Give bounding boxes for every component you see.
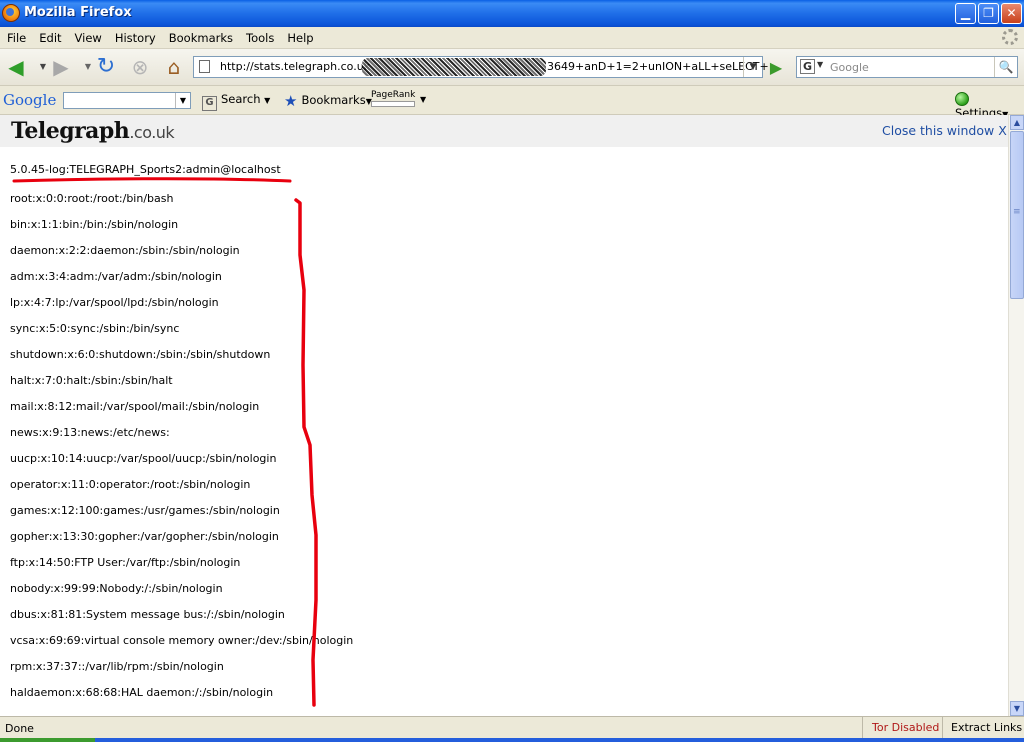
extract-links-button[interactable]: Extract Links — [942, 717, 1024, 739]
close-button[interactable]: ✕ — [1001, 3, 1022, 24]
pagerank-indicator: PageRank — [371, 90, 415, 107]
engine-dropdown-icon[interactable]: ▼ — [817, 60, 823, 69]
search-box[interactable]: G ▼ Google 🔍 — [796, 56, 1018, 78]
google-bookmarks-label: Bookmarks — [301, 93, 366, 107]
google-field-dropdown-icon[interactable]: ▼ — [175, 93, 190, 108]
passwd-line: dbus:x:81:81:System message bus:/:/sbin/… — [10, 608, 285, 621]
passwd-line: uucp:x:10:14:uucp:/var/spool/uucp:/sbin/… — [10, 452, 277, 465]
passwd-line: adm:x:3:4:adm:/var/adm:/sbin/nologin — [10, 270, 222, 283]
passwd-line: daemon:x:2:2:daemon:/sbin:/sbin/nologin — [10, 244, 240, 257]
pagerank-dropdown-icon[interactable]: ▼ — [420, 95, 426, 104]
firefox-icon — [2, 4, 20, 22]
passwd-line: sync:x:5:0:sync:/sbin:/bin/sync — [10, 322, 180, 335]
menu-bookmarks[interactable]: Bookmarks — [162, 28, 239, 45]
telegraph-header: Telegraph.co.uk Close this window X — [0, 115, 1008, 147]
menu-tools[interactable]: Tools — [239, 28, 280, 45]
google-toolbar: Google ▼ G Search ▼ ★ Bookmarks▼ PageRank … — [0, 86, 1024, 120]
passwd-line: gopher:x:13:30:gopher:/var/gopher:/sbin/… — [10, 530, 279, 543]
status-text: Done — [5, 722, 34, 735]
passwd-line: bin:x:1:1:bin:/bin:/sbin/nologin — [10, 218, 179, 231]
url-suffix: 3649+anD+1=2+unION+aLL+seLECT+ — [547, 60, 769, 73]
menu-bar: File Edit View History Bookmarks Tools Help — [0, 27, 1024, 49]
google-bookmarks-button[interactable]: ★ Bookmarks▼ — [284, 92, 372, 110]
scroll-thumb[interactable] — [1010, 131, 1024, 299]
star-icon: ★ — [284, 92, 298, 110]
address-bar[interactable]: http://stats.telegraph.co.uk 3649+anD+1=… — [193, 56, 769, 78]
telegraph-logo: Telegraph.co.uk — [11, 118, 175, 144]
scroll-down-icon[interactable]: ▼ — [1010, 701, 1024, 716]
passwd-line: haldaemon:x:68:68:HAL daemon:/:/sbin/nol… — [10, 686, 274, 699]
db-version-text: 5.0.45-log:TELEGRAPH_Sports2:admin@local… — [10, 163, 281, 176]
stop-button[interactable]: ⊗ — [128, 55, 152, 79]
start-button[interactable] — [0, 738, 95, 742]
menu-file[interactable]: File — [0, 28, 32, 45]
search-placeholder: Google — [830, 61, 869, 74]
passwd-line: lp:x:4:7:lp:/var/spool/lpd:/sbin/nologin — [10, 296, 219, 309]
throbber-icon — [1002, 29, 1018, 45]
passwd-line: operator:x:11:0:operator:/root:/sbin/nol… — [10, 478, 251, 491]
passwd-list: root:x:0:0:root:/root:/bin/bash bin:x:1:1… — [10, 192, 353, 712]
passwd-line: root:x:0:0:root:/root:/bin/bash — [10, 192, 174, 205]
status-dot-icon — [955, 92, 969, 106]
search-icon[interactable]: 🔍 — [994, 57, 1017, 77]
google-engine-icon[interactable]: G — [800, 59, 815, 74]
go-icon[interactable]: ▶ — [766, 58, 786, 78]
google-search-button[interactable]: G Search ▼ — [202, 92, 270, 111]
status-bar: Done Tor Disabled Extract Links — [0, 716, 1024, 739]
close-window-link[interactable]: Close this window X — [882, 123, 1007, 138]
vertical-scrollbar[interactable]: ▲ ▼ — [1008, 115, 1024, 716]
menu-history[interactable]: History — [108, 28, 162, 45]
back-button[interactable]: ◀ — [4, 55, 28, 79]
pagerank-bar — [371, 101, 415, 107]
passwd-line: shutdown:x:6:0:shutdown:/sbin:/sbin/shut… — [10, 348, 271, 361]
tor-status-button[interactable]: Tor Disabled — [862, 717, 942, 739]
page-icon — [199, 60, 210, 73]
passwd-line: news:x:9:13:news:/etc/news: — [10, 426, 170, 439]
menu-view[interactable]: View — [68, 28, 108, 45]
passwd-line: games:x:12:100:games:/usr/games:/sbin/no… — [10, 504, 280, 517]
passwd-line: rpm:x:37:37::/var/lib/rpm:/sbin/nologin — [10, 660, 224, 673]
reload-button[interactable]: ↻ — [94, 55, 118, 79]
maximize-button[interactable]: ❐ — [978, 3, 999, 24]
menu-edit[interactable]: Edit — [32, 28, 67, 45]
telegraph-logo-main: Telegraph — [11, 118, 130, 144]
minimize-button[interactable]: ▁ — [955, 3, 976, 24]
forward-button[interactable]: ▶ — [49, 55, 73, 79]
pagerank-label: PageRank — [371, 90, 416, 100]
passwd-line: ftp:x:14:50:FTP User:/var/ftp:/sbin/nolo… — [10, 556, 241, 569]
title-bar: Mozilla Firefox ▁ ❐ ✕ — [0, 0, 1024, 27]
url-dropdown-icon[interactable]: ▼ — [743, 57, 762, 77]
passwd-line: nobody:x:99:99:Nobody:/:/sbin/nologin — [10, 582, 223, 595]
passwd-line: mail:x:8:12:mail:/var/spool/mail:/sbin/n… — [10, 400, 260, 413]
menu-help[interactable]: Help — [280, 28, 319, 45]
google-g-icon: G — [202, 96, 217, 111]
google-search-field[interactable]: ▼ — [63, 92, 191, 109]
url-redaction — [362, 58, 546, 76]
scroll-up-icon[interactable]: ▲ — [1010, 115, 1024, 130]
underline-stroke — [12, 177, 292, 183]
home-button[interactable]: ⌂ — [162, 55, 186, 79]
page-content: Telegraph.co.uk Close this window X 5.0.… — [0, 115, 1008, 716]
telegraph-logo-suffix: .co.uk — [129, 123, 175, 142]
window-title: Mozilla Firefox — [24, 5, 132, 20]
google-search-label: Search — [221, 92, 261, 106]
google-logo[interactable]: Google — [3, 91, 56, 109]
passwd-line: vcsa:x:69:69:virtual console memory owne… — [10, 634, 354, 647]
url-prefix: http://stats.telegraph.co.uk — [220, 60, 371, 73]
taskbar — [0, 738, 1024, 742]
passwd-line: halt:x:7:0:halt:/sbin:/sbin/halt — [10, 374, 173, 387]
